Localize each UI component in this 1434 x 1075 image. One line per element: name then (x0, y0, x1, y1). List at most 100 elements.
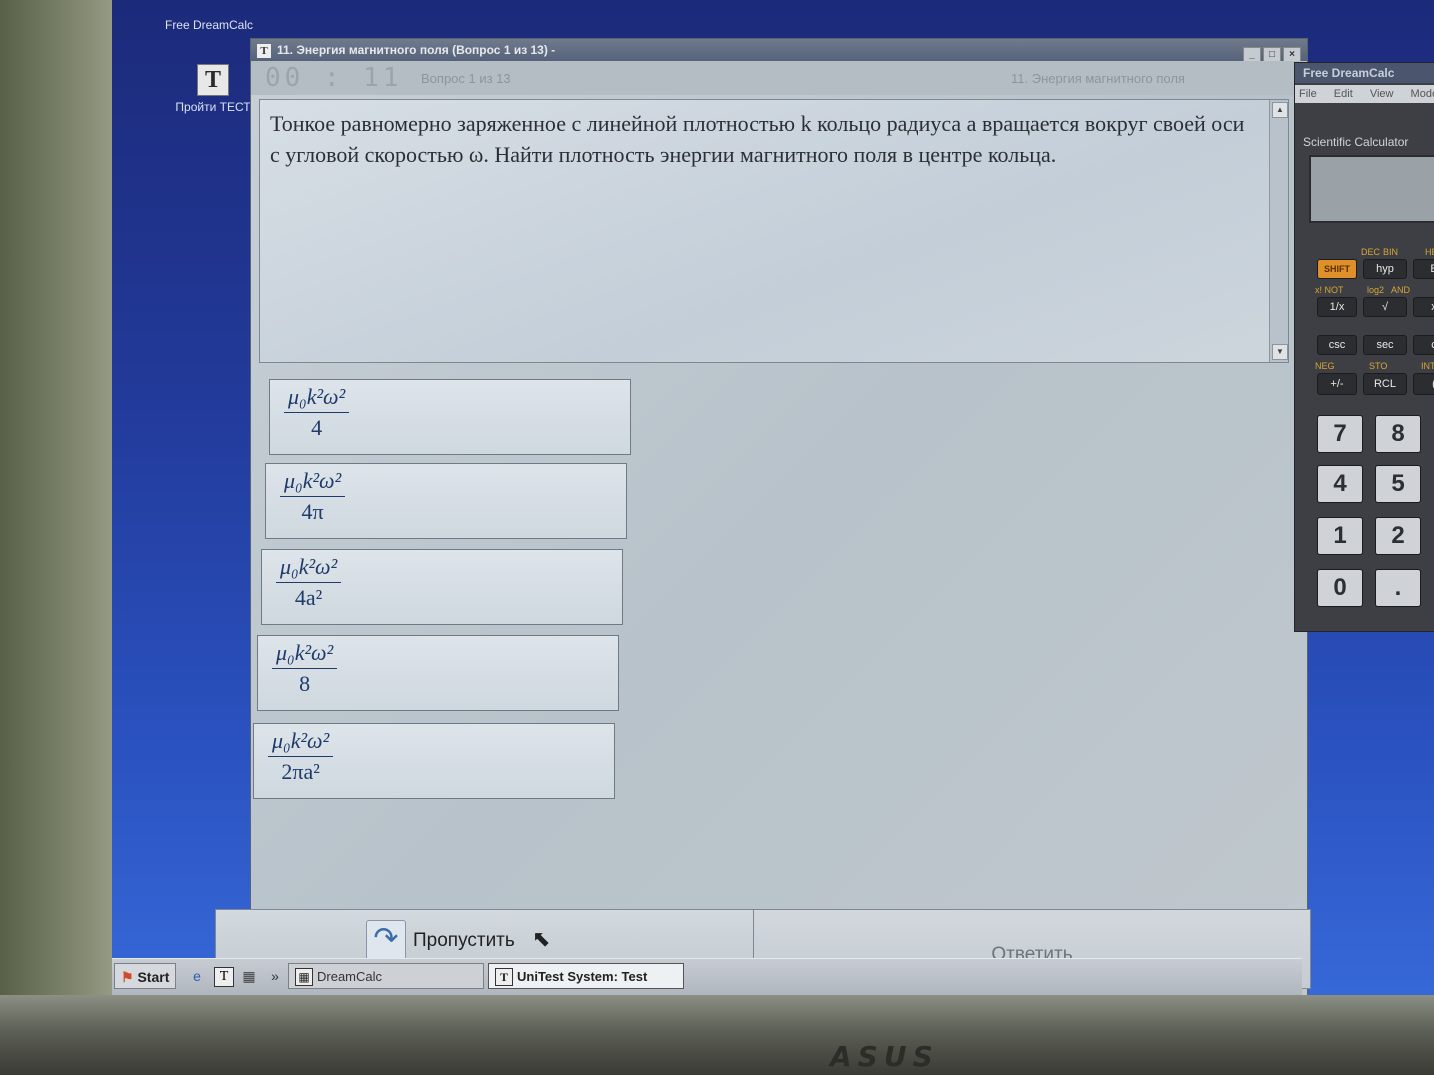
question-scrollbar[interactable]: ▲ ▼ (1269, 100, 1288, 362)
answer-option-3[interactable]: μ₀k²ω² 4a² (261, 549, 623, 625)
desktop-icon-dreamcalc[interactable]: Free DreamCalc (164, 4, 254, 32)
answer-option-2[interactable]: μ₀k²ω² 4π (265, 463, 627, 539)
desktop-screen: Free DreamCalc T Пройти ТЕСТ T 11. Энерги… (112, 0, 1434, 995)
question-text: Тонкое равномерно заряженное с линейной … (270, 111, 1245, 167)
answer-formula: μ₀k²ω² 4π (280, 468, 346, 525)
formula-denominator: 2πa² (281, 759, 320, 784)
fraction-bar (268, 756, 334, 757)
calculator-window: Free DreamCalc File Edit View Mode Scien… (1294, 62, 1434, 632)
formula-denominator: 8 (299, 671, 311, 696)
timer: 00 : 11 (265, 63, 403, 93)
desktop-icon-label: Free DreamCalc (164, 18, 254, 32)
scroll-down-icon[interactable]: ▼ (1272, 344, 1288, 360)
mouse-cursor-icon: ⬉ (532, 926, 551, 951)
key-8[interactable]: 8 (1375, 415, 1421, 453)
key-c[interactable]: c (1413, 335, 1434, 355)
key-csc[interactable]: csc (1317, 335, 1357, 355)
app-icon: T (257, 43, 271, 58)
desktop-icon-test[interactable]: T Пройти ТЕСТ (168, 64, 258, 114)
key-sublabel: INT (1421, 361, 1434, 371)
test-toolbar: 00 : 11 Вопрос 1 из 13 11. Энергия магни… (251, 61, 1307, 95)
key-2[interactable]: 2 (1375, 517, 1421, 555)
key-0[interactable]: 0 (1317, 569, 1363, 607)
key-5[interactable]: 5 (1375, 465, 1421, 503)
menu-mode[interactable]: Mode (1411, 88, 1434, 100)
key-sublabel: NEG (1315, 361, 1335, 371)
formula-denominator: 4 (311, 415, 323, 440)
test-window: T 11. Энергия магнитного поля (Вопрос 1 и… (215, 38, 1311, 995)
key-hyp[interactable]: hyp (1363, 259, 1407, 279)
formula-numerator: μ₀k²ω² (276, 640, 334, 665)
test-quicklaunch-icon[interactable]: T (214, 967, 234, 987)
dreamcalc-icon (164, 4, 254, 18)
key-rcl[interactable]: RCL (1363, 373, 1407, 395)
menu-file[interactable]: File (1299, 88, 1317, 100)
key-7[interactable]: 7 (1317, 415, 1363, 453)
answer-formula: μ₀k²ω² 8 (272, 640, 338, 697)
windows-flag-icon: ⚑ (121, 969, 134, 985)
fraction-bar (276, 582, 342, 583)
desktop-icon-label: Пройти ТЕСТ (175, 100, 251, 114)
fraction-bar (272, 668, 338, 669)
calculator-display (1309, 155, 1434, 223)
taskbar: ⚑ Start e T ▦ » ▦ DreamCalc T UniTest Syst… (112, 958, 1302, 995)
key-negate[interactable]: +/- (1317, 373, 1357, 395)
start-button[interactable]: ⚑ Start (114, 963, 176, 989)
key-e[interactable]: E (1413, 259, 1434, 279)
menu-edit[interactable]: Edit (1334, 88, 1353, 100)
question-panel: Тонкое равномерно заряженное с линейной … (259, 99, 1289, 363)
browser-icon[interactable]: e (188, 967, 206, 985)
key-sec[interactable]: sec (1363, 335, 1407, 355)
fraction-bar (284, 412, 350, 413)
key-sublabel: log2 (1367, 285, 1385, 295)
calculator-label: Scientific Calculator (1303, 135, 1409, 149)
calculator-icon: ▦ (295, 968, 313, 986)
key-sqrt[interactable]: √ (1363, 297, 1407, 317)
answer-option-1[interactable]: μ₀k²ω² 4 (269, 379, 631, 455)
formula-numerator: μ₀k²ω² (272, 728, 330, 753)
formula-denominator: 4a² (294, 585, 323, 610)
answer-formula: μ₀k²ω² 2πa² (268, 728, 334, 785)
test-app-icon: T (495, 968, 513, 986)
menu-view[interactable]: View (1370, 88, 1394, 100)
key-sublabel: BIN (1383, 247, 1399, 257)
formula-numerator: μ₀k²ω² (280, 554, 338, 579)
task-dreamcalc[interactable]: ▦ DreamCalc (288, 963, 484, 989)
key-shift[interactable]: SHIFT (1317, 259, 1357, 279)
answer-formula: μ₀k²ω² 4 (284, 384, 350, 441)
skip-arrow-icon: ↷ (366, 920, 406, 960)
key-4[interactable]: 4 (1317, 465, 1363, 503)
answer-option-4[interactable]: μ₀k²ω² 8 (257, 635, 619, 711)
calculator-title[interactable]: Free DreamCalc (1295, 63, 1434, 83)
key-x[interactable]: x (1413, 297, 1434, 317)
task-unitest[interactable]: T UniTest System: Test (488, 963, 684, 989)
question-counter: Вопрос 1 из 13 (421, 71, 511, 86)
window-title: 11. Энергия магнитного поля (Вопрос 1 из… (277, 43, 556, 57)
answer-option-5[interactable]: μ₀k²ω² 2πa² (253, 723, 615, 799)
key-sublabel: AND (1391, 285, 1411, 295)
calculator-quicklaunch-icon[interactable]: ▦ (240, 967, 258, 985)
task-label: UniTest System: Test (517, 969, 648, 984)
key-sublabel: DEC (1361, 247, 1381, 257)
key-reciprocal[interactable]: 1/x (1317, 297, 1357, 317)
key-1[interactable]: 1 (1317, 517, 1363, 555)
formula-numerator: μ₀k²ω² (288, 384, 346, 409)
key-sublabel: STO (1369, 361, 1388, 371)
monitor-brand-logo: ASUS (830, 1040, 939, 1073)
scroll-up-icon[interactable]: ▲ (1272, 102, 1288, 118)
formula-numerator: μ₀k²ω² (284, 468, 342, 493)
monitor-bezel-bottom (0, 995, 1434, 1075)
test-app-icon: T (197, 64, 229, 96)
key-sublabel: x! NOT (1315, 285, 1344, 295)
calculator-menu: File Edit View Mode (1295, 85, 1434, 103)
window-titlebar[interactable]: T 11. Энергия магнитного поля (Вопрос 1 и… (251, 39, 1307, 63)
answer-formula: μ₀k²ω² 4a² (276, 554, 342, 611)
chevron-right-icon[interactable]: » (266, 967, 284, 985)
formula-denominator: 4π (301, 499, 324, 524)
skip-button-label: Пропустить (413, 930, 515, 951)
topic-label: 11. Энергия магнитного поля (1011, 71, 1185, 86)
fraction-bar (280, 496, 346, 497)
key-paren[interactable]: ( (1413, 373, 1434, 395)
key-sublabel: HEX (1425, 247, 1434, 257)
key-decimal[interactable]: . (1375, 569, 1421, 607)
